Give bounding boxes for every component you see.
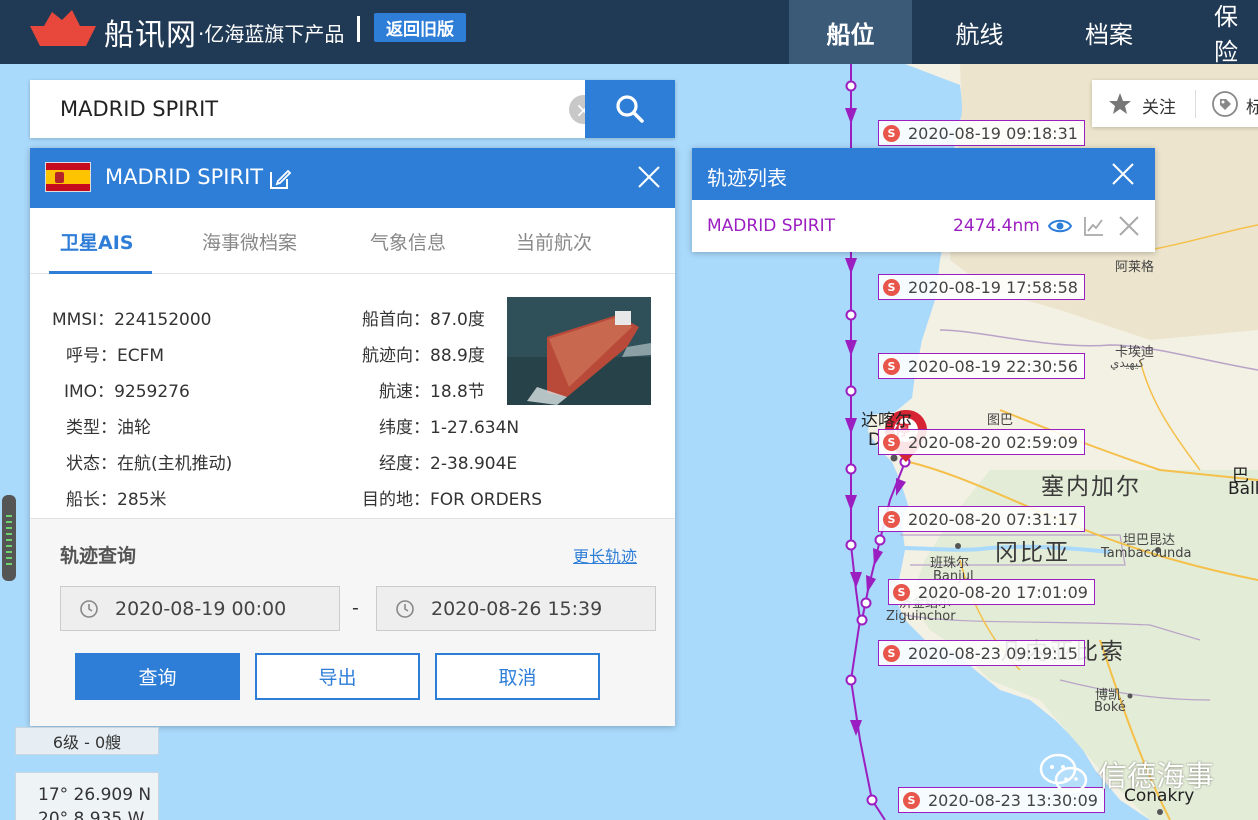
start-date-input[interactable]: 2020-08-19 00:00 [60,586,340,631]
ship-logo-icon[interactable] [30,8,96,48]
wechat-icon [1039,753,1088,794]
place-label: Tambacounda [1101,546,1192,561]
nav-insurance[interactable]: 保险 [1171,0,1258,64]
brand-subtitle: ·亿海蓝旗下产品 [198,22,345,46]
s-icon: S [893,583,910,601]
longitude-readout: 20° 8.935 W [38,809,145,820]
s-icon: S [883,433,900,451]
query-button[interactable]: 查询 [75,653,240,700]
tab-satellite-ais[interactable]: 卫星AIS [60,228,133,255]
track-list-panel: 轨迹列表 MADRID SPIRIT 2474.4nm [692,148,1155,252]
search-input[interactable] [30,80,585,138]
tab-maritime-archive[interactable]: 海事微档案 [202,228,297,255]
track-list-header: 轨迹列表 [692,148,1155,200]
zoom-level-indicator: 6级 - 0艘 [15,727,159,755]
country-label-senegal: 塞内加尔 [1041,474,1141,500]
brand-divider [357,16,360,42]
ship-panel-header: MADRID SPIRIT [30,148,675,208]
place-label: 图巴 [987,413,1014,428]
ship-name: MADRID SPIRIT [105,165,264,189]
cursor-coordinates: 17° 26.909 N 20° 8.935 W [15,772,159,820]
map-toolbar: 关注 标 [1092,80,1258,127]
ship-tabs: 卫星AIS 海事微档案 气象信息 当前航次 [30,208,675,274]
track-query-section: 轨迹查询 更长轨迹 2020-08-19 00:00 - 2020-08-26 … [30,518,675,726]
s-icon: S [883,124,900,142]
search-bar: × [30,80,675,138]
track-list-title: 轨迹列表 [707,166,787,190]
close-icon[interactable] [1110,161,1136,187]
brand-name[interactable]: 船讯网 [104,10,197,54]
active-tab-indicator [49,271,152,274]
top-bar: 船讯网 ·亿海蓝旗下产品 返回旧版 船位 航线 档案 保险 [0,0,1258,64]
tag-button[interactable]: 标 [1246,93,1258,118]
edit-icon[interactable] [268,167,292,191]
s-icon: S [883,357,900,375]
export-button[interactable]: 导出 [255,653,420,700]
clock-icon [80,599,98,618]
track-query-title: 轨迹查询 [60,545,137,567]
ship-info-panel: MADRID SPIRIT 卫星AIS 海事微档案 气象信息 当前航次 MMSI… [30,148,675,726]
track-point-label[interactable]: S 2020-08-20 02:59:09 [878,429,1085,455]
chart-icon[interactable] [1083,215,1105,237]
tag-icon[interactable] [1212,91,1238,117]
info-status: 状态：在航(主机推动) [66,454,233,474]
date-separator: - [352,597,359,619]
follow-button[interactable]: 关注 [1142,93,1176,118]
place-label: Ziguinchor [886,609,956,624]
info-longitude: 经度：2-38.904E [379,454,518,474]
cancel-button[interactable]: 取消 [435,653,600,700]
remove-track-icon[interactable] [1117,214,1141,238]
place-label-dakar: 达喀尔 [861,411,912,431]
track-point-label[interactable]: S 2020-08-19 22:30:56 [878,353,1085,379]
old-version-button[interactable]: 返回旧版 [374,13,466,42]
place-label: Boké [1094,700,1126,715]
tab-current-voyage[interactable]: 当前航次 [516,228,592,255]
end-date-input[interactable]: 2020-08-26 15:39 [376,586,656,631]
country-label-gambia: 冈比亚 [995,540,1070,566]
info-callsign: 呼号：ECFM [66,346,165,366]
s-icon: S [883,278,900,296]
search-button[interactable] [585,80,675,138]
place-label: Ball [1228,479,1258,499]
info-imo: IMO：9259276 [64,382,190,402]
track-point-label[interactable]: S 2020-08-19 09:18:31 [878,120,1085,146]
close-icon[interactable] [636,164,662,190]
zoom-slider[interactable] [2,495,16,581]
search-icon [616,95,644,123]
s-icon: S [883,510,900,528]
info-mmsi: MMSI：224152000 [52,310,212,330]
nav-route[interactable]: 航线 [912,0,1047,64]
s-icon: S [883,644,900,662]
ship-photo[interactable] [507,297,651,405]
info-length: 船长：285米 [66,490,167,510]
info-course: 航迹向：88.9度 [362,346,485,366]
s-icon: S [903,791,920,809]
track-point-label[interactable]: S 2020-08-19 17:58:58 [878,274,1085,300]
info-heading: 船首向：87.0度 [362,310,485,330]
latitude-readout: 17° 26.909 N [38,785,152,805]
track-ship-name[interactable]: MADRID SPIRIT [707,216,835,236]
info-latitude: 纬度：1-27.634N [379,418,520,438]
spain-flag-icon [45,162,91,192]
clock-icon [396,599,414,618]
star-icon[interactable] [1108,92,1132,116]
place-label: كيهيدي [1110,356,1145,370]
track-point-label[interactable]: S 2020-08-20 17:01:09 [888,579,1095,605]
nav-archive[interactable]: 档案 [1047,0,1171,64]
info-type: 类型：油轮 [66,418,151,438]
watermark: 信德海事 [1038,752,1214,796]
toolbar-divider [1195,90,1196,118]
info-speed: 航速：18.8节 [379,382,485,402]
track-point-label[interactable]: S 2020-08-23 09:19:15 [878,640,1085,666]
eye-icon[interactable] [1048,218,1072,234]
track-point-label[interactable]: S 2020-08-20 07:31:17 [878,506,1085,532]
tab-weather[interactable]: 气象信息 [370,228,446,255]
place-label: 阿莱格 [1115,260,1155,275]
track-distance: 2474.4nm [953,216,1040,236]
nav-ship-position[interactable]: 船位 [789,0,912,64]
info-destination: 目的地：FOR ORDERS [362,490,543,510]
longer-track-link[interactable]: 更长轨迹 [573,543,637,567]
